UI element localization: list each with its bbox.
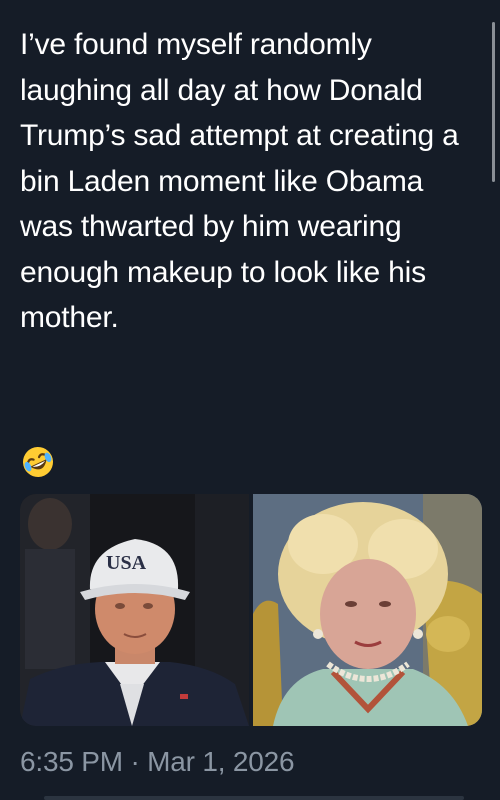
photo-man-in-usa-cap[interactable]: USA (20, 494, 249, 726)
tweet-media[interactable]: USA (20, 494, 482, 726)
scrollbar[interactable] (492, 22, 495, 182)
rolling-on-the-floor-laughing-icon (23, 447, 53, 477)
tweet-timestamp[interactable]: 6:35 PM · Mar 1, 2026 (20, 746, 295, 778)
cap-text: USA (106, 552, 147, 574)
bottom-divider (44, 796, 464, 800)
photo-elderly-woman[interactable] (253, 494, 482, 726)
tweet-text: I’ve found myself randomly laughing all … (20, 28, 459, 334)
